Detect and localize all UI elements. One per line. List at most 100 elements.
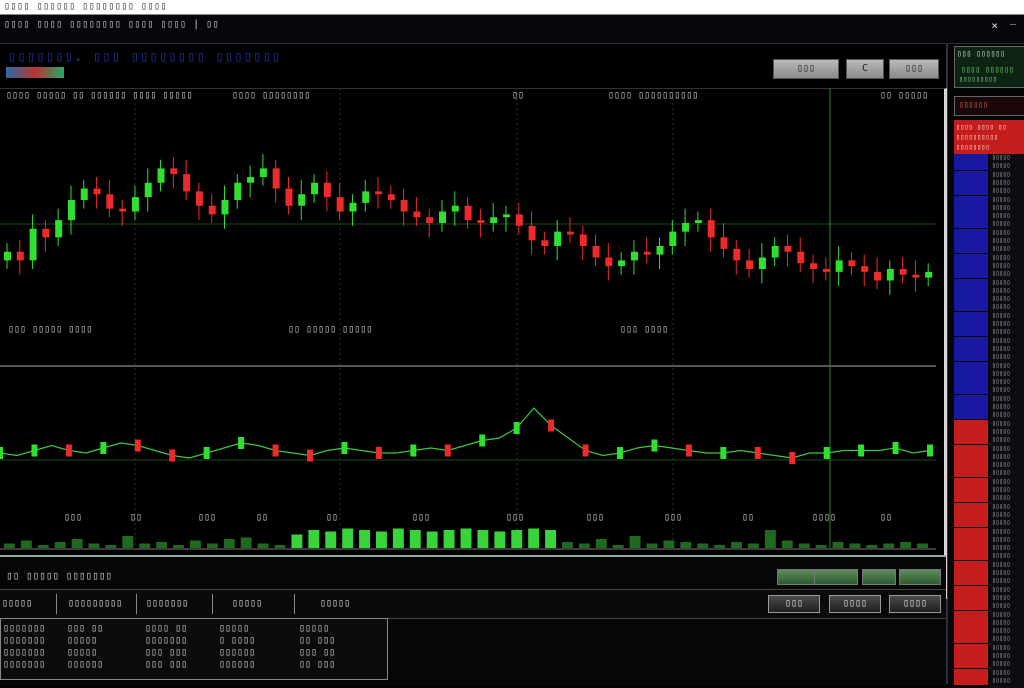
col-header-5[interactable]: ▯▯▯▯▯ (320, 598, 350, 609)
depth-row[interactable] (954, 403, 988, 411)
depth-row[interactable] (954, 569, 988, 577)
depth-row[interactable] (954, 162, 988, 171)
depth-row[interactable] (954, 618, 988, 627)
table-cell[interactable]: ▯▯▯▯▯ (67, 635, 97, 646)
depth-row[interactable] (954, 353, 988, 362)
depth-row[interactable] (954, 203, 988, 212)
depth-row[interactable] (954, 544, 988, 553)
action-button-a[interactable]: ▯▯▯ (768, 595, 820, 613)
table-cell[interactable]: ▯▯▯▯▯▯▯ (3, 623, 45, 634)
depth-row[interactable] (954, 237, 988, 245)
depth-row[interactable] (954, 535, 988, 544)
depth-row[interactable] (954, 245, 988, 254)
table-cell[interactable]: ▯▯▯▯▯▯▯ (3, 659, 45, 670)
depth-row[interactable] (954, 228, 988, 237)
toolbar-button-2[interactable]: C (846, 59, 884, 79)
table-cell[interactable]: ▯▯▯▯▯▯ (219, 659, 255, 670)
depth-row[interactable] (954, 469, 988, 478)
depth-row[interactable] (954, 154, 988, 162)
depth-row[interactable] (954, 311, 988, 320)
depth-row[interactable] (954, 502, 988, 511)
depth-row[interactable] (954, 577, 988, 586)
panel-button-2[interactable] (814, 569, 858, 585)
menu-items[interactable]: ▯▯▯▯ ▯▯▯▯ ▯▯▯▯▯▯▯▯ ▯▯▯▯ ▯▯▯▯ | ▯▯ (4, 19, 219, 30)
depth-row[interactable] (954, 261, 988, 270)
depth-row[interactable] (954, 344, 988, 353)
depth-row[interactable] (954, 386, 988, 395)
depth-row[interactable] (954, 270, 988, 279)
table-cell[interactable]: ▯ ▯▯▯▯ (219, 635, 255, 646)
depth-row[interactable] (954, 427, 988, 436)
depth-row[interactable] (954, 336, 988, 345)
col-header-4[interactable]: ▯▯▯▯▯ (232, 598, 262, 609)
depth-row[interactable] (954, 510, 988, 519)
action-button-b[interactable]: ▯▯▯▯ (829, 595, 881, 613)
table-cell[interactable]: ▯▯▯▯▯ (219, 623, 249, 634)
depth-row[interactable] (954, 452, 988, 461)
table-cell[interactable]: ▯▯▯▯▯▯ (219, 647, 255, 658)
depth-row[interactable] (954, 419, 988, 428)
depth-row[interactable] (954, 477, 988, 486)
depth-row[interactable] (954, 394, 988, 403)
col-header-1[interactable]: ▯▯▯▯▯ (2, 598, 32, 609)
table-cell[interactable]: ▯▯▯▯▯▯▯ (145, 635, 187, 646)
depth-row[interactable] (954, 178, 988, 187)
table-cell[interactable]: ▯▯▯▯▯ (67, 647, 97, 658)
depth-row[interactable] (954, 494, 988, 503)
depth-row[interactable] (954, 361, 988, 370)
col-header-2[interactable]: ▯▯▯▯▯▯▯▯▯ (68, 598, 122, 609)
depth-row[interactable] (954, 552, 988, 561)
depth-row[interactable] (954, 627, 988, 636)
depth-row[interactable] (954, 444, 988, 453)
depth-row[interactable] (954, 610, 988, 619)
depth-row[interactable] (954, 436, 988, 445)
panel-button-3[interactable] (862, 569, 896, 585)
table-cell[interactable]: ▯▯ ▯▯▯ (299, 659, 335, 670)
table-cell[interactable]: ▯▯▯▯▯ (299, 623, 329, 634)
depth-row[interactable] (954, 328, 988, 337)
table-cell[interactable]: ▯▯▯ ▯▯▯ (145, 659, 187, 670)
depth-row[interactable] (954, 212, 988, 221)
table-cell[interactable]: ▯▯▯ ▯▯ (67, 623, 103, 634)
table-cell[interactable]: ▯▯▯▯▯▯▯ (3, 647, 45, 658)
minimize-icon[interactable]: — (1010, 19, 1016, 30)
depth-row[interactable] (954, 278, 988, 287)
depth-row[interactable] (954, 519, 988, 528)
depth-row[interactable] (954, 527, 988, 536)
depth-row[interactable] (954, 253, 988, 262)
toolbar-button-1[interactable]: ▯▯▯ (773, 59, 839, 79)
toolbar-button-3[interactable]: ▯▯▯ (889, 59, 939, 79)
depth-row[interactable] (954, 585, 988, 594)
depth-row[interactable] (954, 195, 988, 204)
depth-row[interactable] (954, 486, 988, 494)
panel-button-4[interactable] (899, 569, 941, 585)
table-cell[interactable]: ▯▯ ▯▯▯ (299, 635, 335, 646)
table-cell[interactable]: ▯▯▯▯▯▯▯ (3, 635, 45, 646)
depth-row[interactable] (954, 461, 988, 470)
col-header-3[interactable]: ▯▯▯▯▯▯▯ (146, 598, 188, 609)
depth-row[interactable] (954, 286, 988, 295)
table-cell[interactable]: ▯▯▯▯ ▯▯ (145, 623, 187, 634)
depth-row[interactable] (954, 668, 988, 677)
table-cell[interactable]: ▯▯▯▯▯▯ (67, 659, 103, 670)
depth-row[interactable] (954, 411, 988, 420)
depth-row[interactable] (954, 378, 988, 387)
depth-row[interactable] (954, 187, 988, 196)
table-cell[interactable]: ▯▯▯ ▯▯▯ (145, 647, 187, 658)
depth-row[interactable] (954, 220, 988, 229)
depth-row[interactable] (954, 635, 988, 644)
depth-row[interactable] (954, 676, 988, 685)
depth-row[interactable] (954, 560, 988, 569)
table-cell[interactable]: ▯▯▯ ▯▯ (299, 647, 335, 658)
depth-row[interactable] (954, 643, 988, 652)
depth-row[interactable] (954, 170, 988, 179)
depth-row[interactable] (954, 369, 988, 378)
depth-row[interactable] (954, 660, 988, 669)
depth-row[interactable] (954, 303, 988, 312)
depth-row[interactable] (954, 320, 988, 328)
depth-row[interactable] (954, 602, 988, 611)
depth-row[interactable] (954, 652, 988, 660)
action-button-c[interactable]: ▯▯▯▯ (889, 595, 941, 613)
depth-row[interactable] (954, 593, 988, 602)
close-icon[interactable]: × (991, 19, 998, 32)
